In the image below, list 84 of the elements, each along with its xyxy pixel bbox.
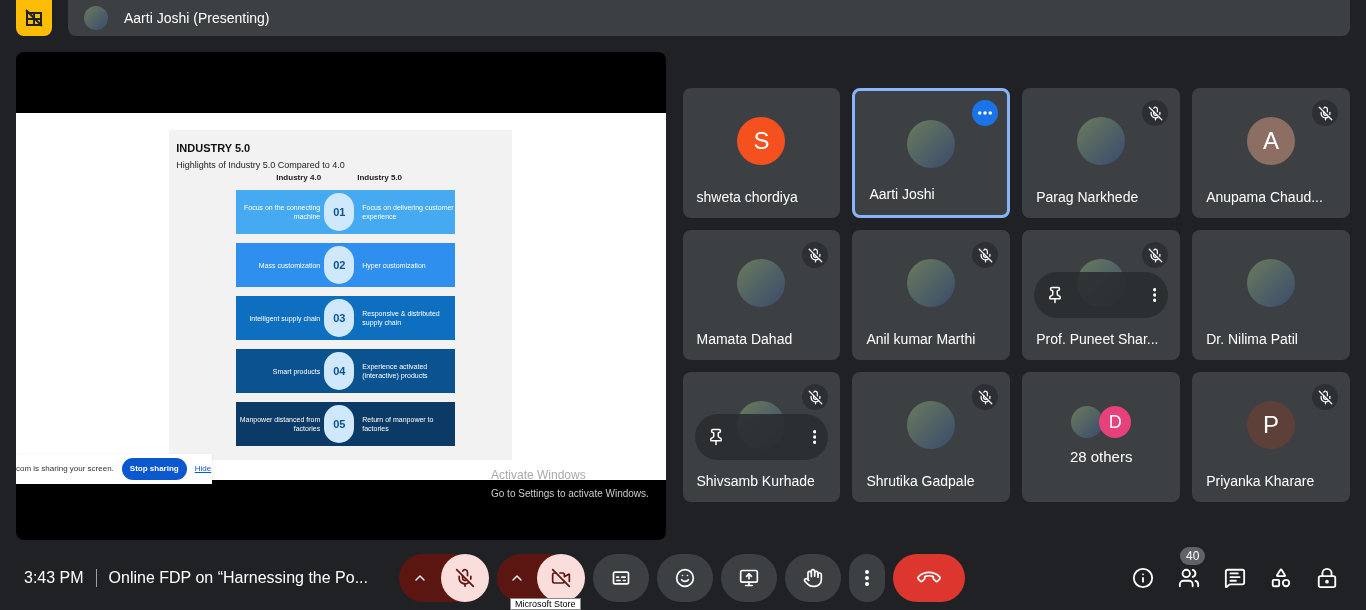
raise-hand-button[interactable] (784, 554, 841, 602)
more-icon (864, 570, 869, 586)
participant-tile[interactable]: Mamata Dahad (682, 230, 841, 360)
presenter-name: Aarti Joshi (Presenting) (124, 8, 270, 28)
smiley-icon (674, 568, 695, 588)
chat-button[interactable] (1224, 567, 1246, 589)
participant-count: 40 (1180, 547, 1206, 565)
participant-tile[interactable]: Anil kumar Marthi (852, 230, 1011, 360)
mic-off-icon (454, 568, 475, 588)
participant-name: Priyanka Kharare (1206, 472, 1315, 491)
slide-subtitle: Highlights of Industry 5.0 Compared to 4.0 (176, 158, 346, 172)
leave-call-button[interactable] (892, 554, 965, 602)
slide-title: INDUSTRY 5.0 (176, 141, 252, 156)
meeting-title: Online FDP on “Harnessing the Po... (108, 568, 369, 588)
column-heading: Industry 4.0 (276, 172, 322, 184)
captions-icon (610, 568, 631, 588)
avatar-photo (907, 120, 956, 168)
avatar-letter: A (1247, 117, 1296, 165)
captions-button[interactable] (592, 554, 649, 602)
avatar-letter: P (1247, 401, 1296, 449)
participant-name: 28 others (1069, 446, 1133, 467)
avatar-letter: D (1099, 405, 1132, 438)
participant-name: shweta chordiya (696, 188, 798, 207)
microphone-button[interactable] (440, 554, 489, 602)
participant-name: Parag Narkhede (1036, 188, 1139, 207)
more-icon (978, 111, 993, 115)
share-notice-text: com is sharing your screen. (16, 463, 114, 475)
activities-button[interactable] (1270, 567, 1292, 589)
participant-name: Dr. Nilima Patil (1206, 330, 1298, 349)
hand-icon (802, 568, 823, 588)
camera-off-icon (550, 568, 571, 588)
participant-tile[interactable]: P Priyanka Kharare (1192, 372, 1350, 502)
participant-name: Mamata Dahad (696, 330, 793, 349)
avatar-photo (84, 6, 108, 30)
lock-icon (1316, 567, 1338, 589)
screen-upload-icon (738, 568, 759, 588)
participant-name: Anupama Chaud... (1206, 188, 1323, 207)
avatar-photo (907, 259, 956, 307)
participant-tile[interactable]: Dr. Nilima Patil (1192, 230, 1350, 360)
participant-tile[interactable]: Shrutika Gadpale (852, 372, 1011, 502)
activation-title: Activate Windows (491, 467, 587, 484)
avatar-letter: S (737, 117, 786, 165)
avatar-photo (737, 259, 786, 307)
participant-tile[interactable]: A Anupama Chaud... (1192, 88, 1350, 218)
people-icon (1178, 567, 1200, 589)
grid-off-icon (24, 8, 44, 28)
row-number: 03 (324, 299, 355, 337)
emoji-button[interactable] (656, 554, 713, 602)
more-options-button[interactable] (848, 554, 885, 602)
tooltip: Microsoft Store (510, 598, 581, 610)
more-icon (812, 430, 817, 444)
participant-tile[interactable]: D 28 others (1022, 372, 1181, 502)
participant-tile[interactable]: S shweta chordiya (682, 88, 841, 218)
avatar-photo (1247, 259, 1296, 307)
info-icon (1132, 567, 1154, 589)
shapes-icon (1270, 567, 1292, 589)
row-number: 04 (324, 352, 355, 390)
activation-subtitle: Go to Settings to activate Windows. (491, 487, 649, 501)
row-number: 01 (324, 193, 355, 231)
participant-name: Anil kumar Marthi (866, 330, 976, 349)
row-number: 05 (324, 405, 355, 443)
host-controls-button[interactable] (1316, 567, 1338, 589)
more-options-button[interactable] (812, 430, 817, 444)
participant-name: Aarti Joshi (869, 185, 935, 204)
info-button[interactable] (1132, 567, 1154, 589)
avatar-photo (907, 401, 956, 449)
meeting-time: 3:43 PM (24, 568, 84, 588)
participant-name: Prof. Puneet Shar... (1036, 330, 1159, 349)
present-button[interactable] (720, 554, 777, 602)
more-icon (1152, 288, 1157, 302)
participant-tile[interactable]: Shivsamb Kurhade (682, 372, 841, 502)
participant-tile[interactable]: Aarti Joshi (852, 88, 1011, 218)
avatar-photo (1077, 117, 1126, 165)
participant-name: Shivsamb Kurhade (696, 472, 815, 491)
chat-icon (1224, 567, 1246, 589)
participant-tile[interactable]: Parag Narkhede (1022, 88, 1181, 218)
participant-tile[interactable]: Prof. Puneet Shar... (1022, 230, 1181, 360)
more-options-button[interactable] (972, 100, 999, 126)
participant-name: Shrutika Gadpale (866, 472, 975, 491)
column-heading: Industry 5.0 (357, 172, 403, 184)
hide-link[interactable]: Hide (194, 463, 212, 475)
more-options-button[interactable] (1152, 288, 1157, 302)
row-number: 02 (324, 246, 355, 284)
stop-sharing-button[interactable]: Stop sharing (121, 458, 187, 480)
